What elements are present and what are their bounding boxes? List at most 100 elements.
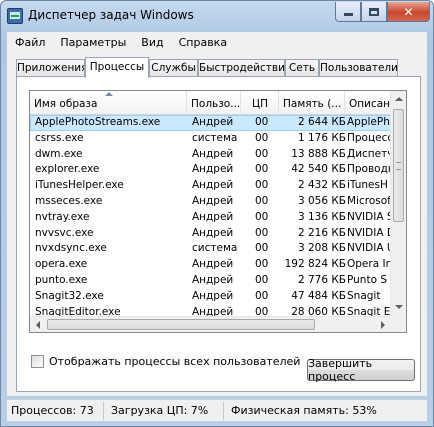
process-name: ApplePhotoStreams.exe (35, 116, 161, 128)
process-row[interactable]: opera.exe Андрей 00 192 824 КБ Opera Ir (30, 257, 391, 273)
process-row[interactable]: nvtray.exe Андрей 00 3 136 КБ NVIDIA S (30, 210, 391, 226)
tab-network[interactable]: Сеть (285, 59, 319, 77)
process-name: nvtray.exe (35, 210, 90, 223)
process-name: opera.exe (35, 258, 88, 271)
process-user: система (192, 242, 238, 255)
tab-performance[interactable]: Быстродействие (198, 59, 285, 77)
menu-help[interactable]: Справка (171, 36, 234, 49)
process-row[interactable]: msseces.exe Андрей 00 3 056 КБ Microsof (30, 194, 391, 210)
column-header-label: Имя образа (34, 98, 98, 110)
process-row[interactable]: nvvsvc.exe Андрей 00 2 216 КБ NVIDIA D (30, 226, 391, 242)
process-name: explorer.exe (35, 163, 100, 176)
arrow-right-icon (381, 321, 385, 329)
maximize-button[interactable] (361, 2, 387, 22)
scroll-right-button[interactable] (375, 317, 391, 332)
process-name: nvvsvc.exe (35, 226, 94, 239)
process-description: Microsof (347, 194, 391, 207)
process-user: система (192, 131, 238, 144)
process-description: Snagit (347, 289, 381, 302)
tab-processes[interactable]: Процессы (85, 57, 149, 78)
process-user: Андрей (192, 179, 234, 192)
status-bar: Процессов: 73 Загрузка ЦП: 7% Физическая… (7, 399, 427, 421)
vertical-scrollbar[interactable] (390, 91, 406, 332)
process-user: Андрей (192, 226, 234, 239)
end-process-button[interactable]: Завершить процесс (307, 357, 415, 383)
process-memory: 1 176 КБ (297, 131, 346, 144)
process-memory: 2 216 КБ (297, 226, 346, 239)
process-row[interactable]: explorer.exe Андрей 00 42 540 КБ Проводн (30, 162, 391, 178)
status-separator (103, 402, 104, 420)
process-memory: 192 824 КБ (284, 258, 346, 271)
scrollbar-corner (390, 316, 406, 332)
process-description: Процесс (347, 131, 391, 144)
column-header-memory[interactable]: Память (... (279, 91, 345, 115)
process-memory: 3 136 КБ (297, 210, 346, 223)
process-name: msseces.exe (35, 194, 103, 207)
process-description: ApplePho (347, 116, 391, 128)
process-user: Андрей (192, 194, 234, 207)
process-name: punto.exe (35, 273, 88, 286)
process-memory: 2 776 КБ (297, 273, 346, 286)
horizontal-scroll-thumb[interactable] (47, 319, 315, 330)
process-memory: 2 644 КБ (297, 116, 346, 128)
tab-users[interactable]: Пользователи (319, 59, 398, 77)
scroll-up-button[interactable] (391, 91, 406, 107)
process-description: NVIDIA S (347, 210, 391, 223)
menu-file[interactable]: Файл (7, 36, 52, 49)
process-name: iTunesHelper.exe (35, 179, 124, 192)
maximize-icon (369, 7, 379, 16)
scroll-down-button[interactable] (391, 299, 406, 315)
process-description: iTunesH (347, 179, 388, 192)
menu-options[interactable]: Параметры (52, 36, 133, 49)
close-button[interactable]: ✕ (387, 2, 430, 22)
process-user: Андрей (192, 258, 234, 271)
process-name: Snagit32.exe (35, 289, 104, 302)
task-manager-icon (7, 8, 23, 24)
process-row[interactable]: ApplePhotoStreams.exe Андрей 00 2 644 КБ App… (30, 115, 391, 131)
process-row[interactable]: csrss.exe система 00 1 176 КБ Процесс (30, 131, 391, 147)
show-all-users-checkbox[interactable] (31, 355, 44, 368)
tab-applications[interactable]: Приложения (16, 59, 85, 77)
tab-strip: Приложения Процессы Службы Быстродействи… (16, 57, 426, 78)
column-header-row: Имя образа Пользо... ЦП Память (... Опис… (30, 91, 391, 115)
close-icon: ✕ (403, 4, 414, 19)
column-header-image-name[interactable]: Имя образа (30, 91, 187, 115)
title-bar[interactable]: Диспетчер задач Windows ✕ (1, 1, 433, 31)
minimize-icon (343, 13, 353, 16)
menu-view[interactable]: Вид (133, 36, 170, 49)
column-header-user[interactable]: Пользо... (187, 91, 241, 115)
process-row[interactable]: nvxdsync.exe система 00 3 208 КБ NVIDIA U (30, 241, 391, 257)
process-memory: 3 056 КБ (297, 194, 346, 207)
process-description: Диспетч (347, 147, 391, 160)
status-cpu-usage: Загрузка ЦП: 7% (111, 404, 209, 417)
minimize-button[interactable] (335, 2, 361, 22)
process-memory: 47 484 КБ (291, 289, 346, 302)
process-row[interactable]: iTunesHelper.exe Андрей 00 2 432 КБ iTunesH (30, 178, 391, 194)
process-row[interactable]: punto.exe Андрей 00 2 776 КБ Punto S (30, 273, 391, 289)
process-description: Проводн (347, 163, 391, 176)
vertical-scroll-thumb[interactable] (393, 109, 404, 222)
process-description: NVIDIA U (347, 242, 391, 255)
menu-bar: Файл Параметры Вид Справка (7, 32, 427, 52)
show-all-users-option[interactable]: Отображать процессы всех пользователей (31, 355, 300, 368)
task-manager-window: Диспетчер задач Windows ✕ Файл Параметры… (0, 0, 434, 427)
process-user: Андрей (192, 210, 234, 223)
process-description: Punto S (347, 273, 388, 286)
tab-services[interactable]: Службы (149, 59, 198, 77)
column-header-cpu[interactable]: ЦП (241, 91, 279, 115)
process-memory: 3 208 КБ (297, 242, 346, 255)
process-row[interactable]: dwm.exe Андрей 00 13 888 КБ Диспетч (30, 147, 391, 163)
process-rows: ApplePhotoStreams.exe Андрей 00 2 644 КБ App… (30, 115, 391, 332)
column-header-description[interactable]: Описани (345, 91, 391, 115)
scroll-left-button[interactable] (30, 317, 46, 332)
process-row[interactable]: Snagit32.exe Андрей 00 47 484 КБ Snagit (30, 289, 391, 305)
process-list[interactable]: Имя образа Пользо... ЦП Память (... Опис… (29, 90, 407, 333)
horizontal-scrollbar[interactable] (30, 316, 391, 332)
processes-tab-panel: Имя образа Пользо... ЦП Память (... Опис… (16, 76, 421, 392)
process-name: nvxdsync.exe (35, 242, 107, 255)
process-user: Андрей (192, 163, 234, 176)
arrow-up-icon (395, 97, 403, 101)
process-memory: 42 540 КБ (291, 163, 346, 176)
arrow-down-icon (395, 305, 403, 309)
process-name: csrss.exe (35, 131, 84, 144)
